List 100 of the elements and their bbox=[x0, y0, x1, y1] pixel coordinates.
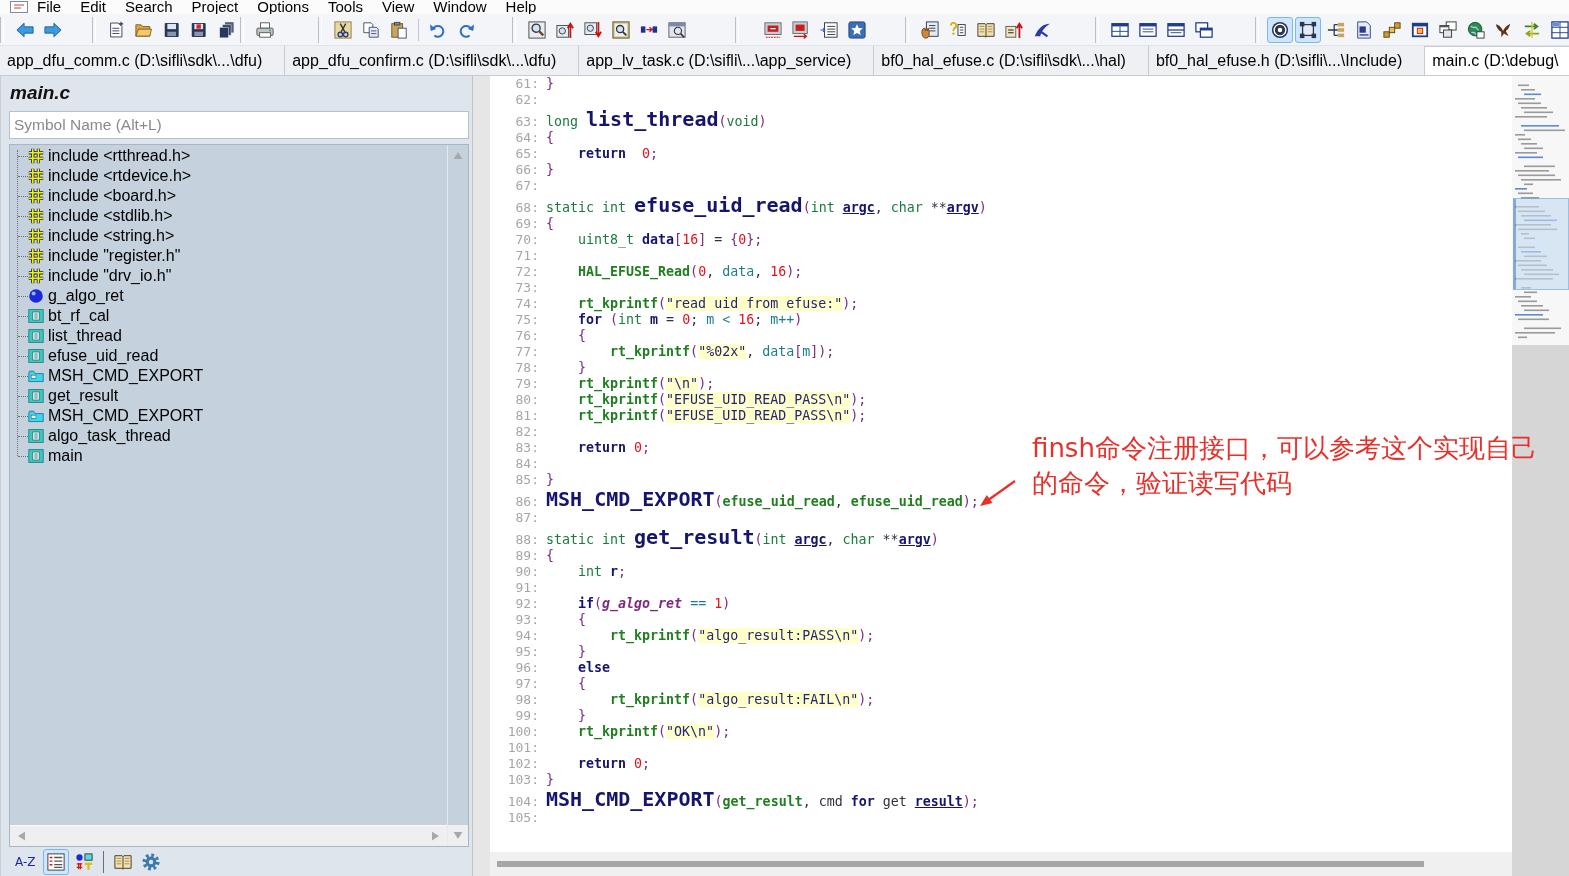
line-number: 73: bbox=[514, 280, 539, 296]
code-editor[interactable] bbox=[490, 76, 1512, 852]
code-line: static int get_result(int argc, char **argv) bbox=[545, 526, 939, 548]
line-number: 77: bbox=[514, 344, 539, 360]
line-number: 71: bbox=[514, 248, 539, 264]
menu-item[interactable]: Search bbox=[125, 0, 173, 14]
tile-icon bbox=[28, 308, 44, 324]
line-number: 85: bbox=[514, 472, 539, 488]
tile-icon bbox=[28, 328, 44, 344]
search-field[interactable]: Symbol Name (Alt+L) bbox=[9, 111, 469, 139]
menu-item[interactable]: Window bbox=[433, 0, 487, 14]
line-number: 100: bbox=[506, 724, 539, 740]
code-line: { bbox=[545, 548, 554, 564]
symbol-item[interactable]: get_result bbox=[28, 386, 119, 406]
symbol-item[interactable]: include <stdlib.h> bbox=[28, 206, 173, 226]
symbol-item[interactable]: algo_task_thread bbox=[28, 426, 171, 446]
line-number: 65: bbox=[514, 146, 539, 162]
code-line: { bbox=[545, 130, 554, 146]
line-number: 97: bbox=[514, 676, 539, 692]
scrollbar-thumb[interactable] bbox=[497, 861, 1424, 867]
code-line: } bbox=[577, 644, 587, 660]
line-number: 82: bbox=[514, 424, 539, 440]
line-number: 98: bbox=[514, 692, 539, 708]
panel-title: main.c bbox=[9, 81, 72, 105]
hash-icon bbox=[28, 268, 44, 284]
menu-item[interactable]: View bbox=[382, 0, 415, 14]
line-number: 68: bbox=[514, 200, 539, 216]
sort-button[interactable]: A-Z bbox=[12, 849, 39, 874]
tile-icon bbox=[28, 388, 44, 404]
app-icon[interactable] bbox=[10, 1, 28, 13]
annotation-text: finsh命令注册接口，可以参考这个实现自己的命令，验证读写代码 bbox=[1032, 432, 1538, 500]
code-line: MSH_CMD_EXPORT(efuse_uid_read, efuse_uid_read); bbox=[545, 488, 979, 510]
symbol-item[interactable]: include <rtthread.h> bbox=[28, 146, 191, 166]
tile-icon bbox=[28, 428, 44, 444]
code-line: static int efuse_uid_read(int argc, char **argv) bbox=[545, 194, 987, 216]
symbol-item[interactable]: list_thread bbox=[28, 326, 122, 346]
line-number: 90: bbox=[514, 564, 539, 580]
sphere-icon bbox=[28, 288, 44, 304]
line-number: 95: bbox=[514, 644, 539, 660]
file-tab[interactable]: app_lv_task.c (D:\sifli\...\app_service) bbox=[579, 46, 875, 75]
line-number: 103: bbox=[506, 772, 539, 788]
code-line: HAL_EFUSE_Read(0, data, 16); bbox=[577, 264, 803, 280]
symbol-item[interactable]: include <board.h> bbox=[28, 186, 177, 206]
line-number: 96: bbox=[514, 660, 539, 676]
file-tab[interactable]: main.c (D:\debug\ bbox=[1425, 46, 1569, 75]
symbol-item[interactable]: main bbox=[28, 446, 83, 466]
line-number: 80: bbox=[514, 392, 539, 408]
line-number: 104: bbox=[506, 794, 539, 810]
minimap[interactable] bbox=[1512, 76, 1569, 876]
menu-item[interactable]: Project bbox=[191, 0, 239, 14]
code-line: rt_kprintf("OK\n"); bbox=[577, 724, 731, 740]
menu-item[interactable]: File bbox=[37, 0, 62, 14]
symbol-item[interactable]: include <string.h> bbox=[28, 226, 175, 246]
line-number: 101: bbox=[506, 740, 539, 756]
menu-item[interactable]: Tools bbox=[327, 0, 363, 14]
symbol-item[interactable]: include "drv_io.h" bbox=[28, 266, 172, 286]
code-line: else bbox=[577, 660, 611, 676]
file-tab[interactable]: app_dfu_comm.c (D:\sifli\sdk\...\dfu) bbox=[0, 46, 286, 75]
code-line: rt_kprintf("%02x", data[m]); bbox=[609, 344, 835, 360]
horizontal-scrollbar[interactable] bbox=[490, 852, 1512, 876]
tile-icon bbox=[28, 348, 44, 364]
file-tab[interactable]: app_dfu_confirm.c (D:\sifli\sdk\...\dfu) bbox=[285, 46, 580, 75]
line-number: 63: bbox=[514, 114, 539, 130]
line-number: 76: bbox=[514, 328, 539, 344]
line-number: 88: bbox=[514, 532, 539, 548]
hash-icon bbox=[28, 248, 44, 264]
file-tab[interactable]: bf0_hal_efuse.h (D:\sifli\...\Include) bbox=[1148, 46, 1426, 75]
code-line: for (int m = 0; m < 16; m++) bbox=[577, 312, 803, 328]
line-number: 83: bbox=[514, 440, 539, 456]
symbol-item[interactable]: include "register.h" bbox=[28, 246, 181, 266]
line-number: 92: bbox=[514, 596, 539, 612]
list-icon[interactable] bbox=[42, 848, 69, 875]
code-line: } bbox=[577, 360, 587, 376]
line-number: 81: bbox=[514, 408, 539, 424]
line-number: 84: bbox=[514, 456, 539, 472]
symbol-item[interactable]: efuse_uid_read bbox=[28, 346, 159, 366]
tile-icon bbox=[28, 448, 44, 464]
code-line: { bbox=[545, 216, 554, 232]
hash-icon bbox=[28, 148, 44, 164]
file-tab[interactable]: bf0_hal_efuse.c (D:\sifli\sdk\...\hal) bbox=[874, 46, 1149, 75]
symbol-item[interactable]: g_algo_ret bbox=[28, 286, 124, 306]
code-line: } bbox=[545, 76, 554, 92]
menu-item[interactable]: Edit bbox=[80, 0, 107, 14]
symbol-item[interactable]: MSH_CMD_EXPORT bbox=[28, 406, 204, 426]
symbol-item[interactable]: include <rtdevice.h> bbox=[28, 166, 192, 186]
line-number: 105: bbox=[506, 810, 539, 826]
line-number: 94: bbox=[514, 628, 539, 644]
line-number: 91: bbox=[514, 580, 539, 596]
symbol-item[interactable]: bt_rf_cal bbox=[28, 306, 110, 326]
symbol-item[interactable]: MSH_CMD_EXPORT bbox=[28, 366, 204, 386]
menu-item[interactable]: Help bbox=[505, 0, 537, 14]
menu-item[interactable]: Options bbox=[257, 0, 309, 14]
frame-icon[interactable] bbox=[1295, 16, 1321, 43]
line-number: 78: bbox=[514, 360, 539, 376]
code-line: } bbox=[545, 162, 554, 178]
line-number: 79: bbox=[514, 376, 539, 392]
line-number: 72: bbox=[514, 264, 539, 280]
code-line: } bbox=[577, 708, 587, 724]
code-line: { bbox=[577, 676, 587, 692]
line-number: 70: bbox=[514, 232, 539, 248]
